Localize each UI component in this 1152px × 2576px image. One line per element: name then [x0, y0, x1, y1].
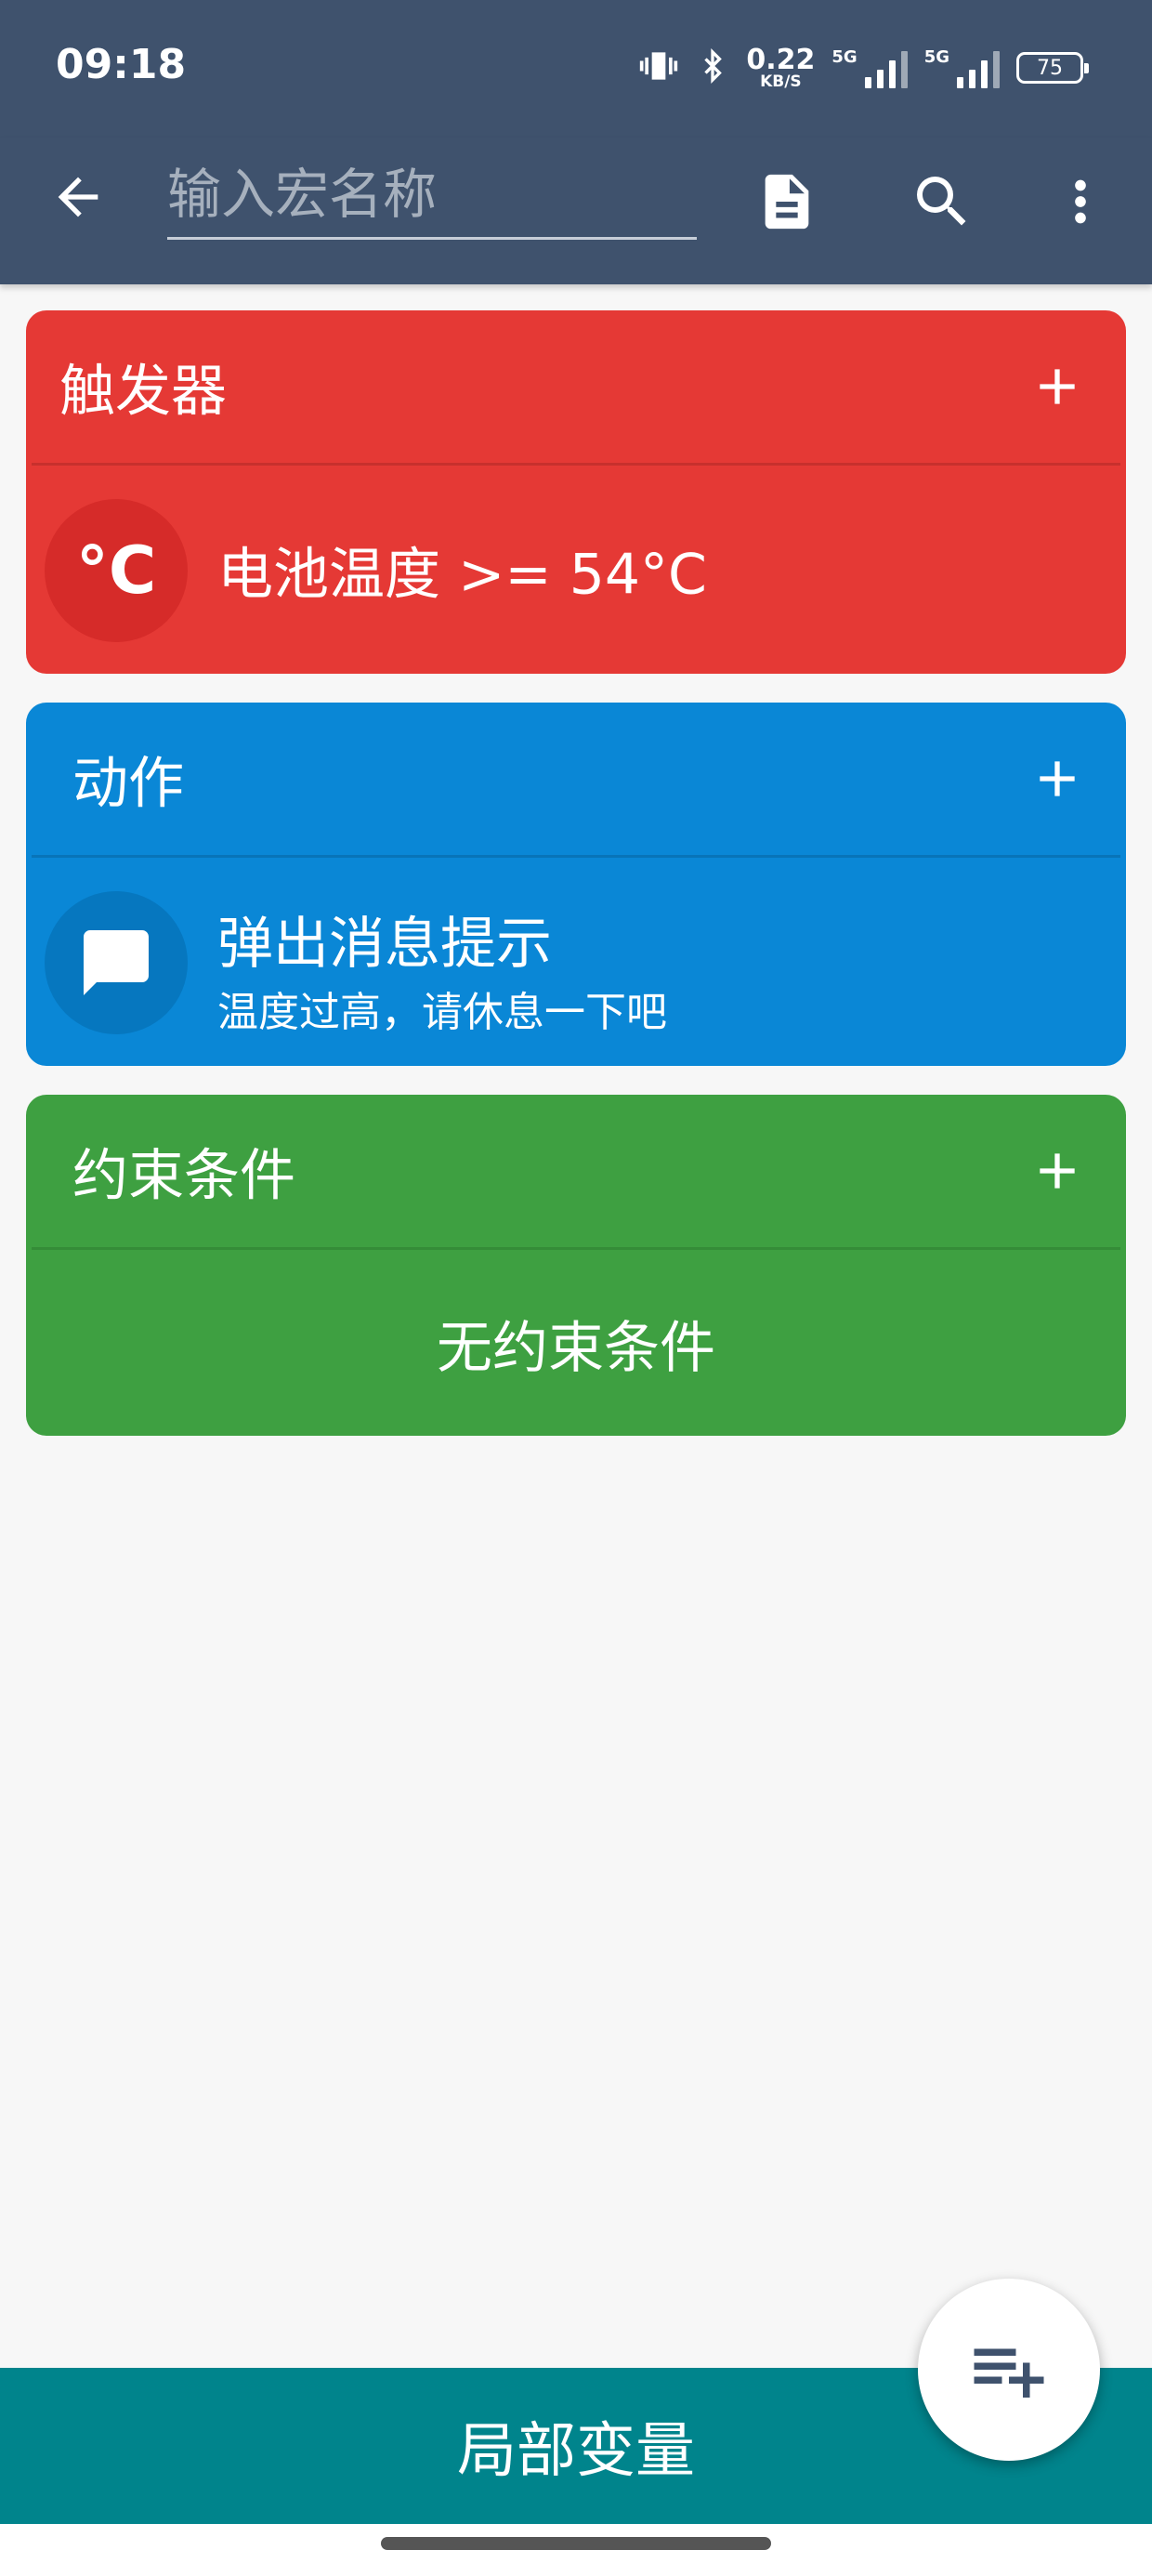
thermometer-celsius-icon: °C: [45, 499, 188, 642]
action-card: 动作 弹出消息提示 温度过高，请休息一下吧: [26, 703, 1126, 1066]
search-icon: [917, 177, 966, 226]
vibrate-icon: [638, 46, 679, 90]
add-action-button[interactable]: [1020, 742, 1094, 816]
plus-icon: [1040, 1153, 1075, 1189]
battery-level: 75: [1037, 56, 1063, 80]
status-bar: 09:18 0.22 KB/S 5G 5G 75: [0, 0, 1152, 138]
no-constraints-text: 无约束条件: [437, 1315, 715, 1381]
net-speed-unit: KB/S: [760, 72, 802, 91]
search-button[interactable]: [900, 160, 984, 243]
action-item-subtitle: 温度过高，请休息一下吧: [217, 989, 667, 1036]
back-button[interactable]: [41, 160, 115, 234]
net-speed-value: 0.22: [746, 43, 816, 76]
more-options-button[interactable]: [1039, 160, 1122, 243]
playlist-add-icon: [974, 2348, 1044, 2398]
trigger-title: 触发器: [59, 359, 227, 425]
add-constraint-button[interactable]: [1020, 1134, 1094, 1208]
constraint-header: 约束条件: [26, 1095, 1126, 1247]
app-bar: [0, 138, 1152, 284]
bluetooth-icon: [696, 46, 729, 90]
trigger-header: 触发器: [26, 310, 1126, 463]
action-title: 动作: [72, 751, 184, 817]
signal-sim1-icon: 5G: [831, 47, 908, 88]
action-item-title: 弹出消息提示: [217, 912, 552, 977]
add-to-list-fab[interactable]: [918, 2279, 1100, 2461]
arrow-left-icon: [58, 177, 98, 217]
trigger-item-battery-temperature[interactable]: °C 电池温度 >= 54°C: [26, 466, 1126, 674]
constraint-title: 约束条件: [72, 1143, 295, 1209]
action-header: 动作: [26, 703, 1126, 855]
plus-icon: [1040, 761, 1075, 796]
more-vert-icon: [1075, 179, 1086, 224]
sim1-label: 5G: [831, 47, 857, 67]
status-time: 09:18: [56, 41, 187, 88]
network-speed: 0.22 KB/S: [746, 46, 815, 90]
system-nav-area: [0, 2524, 1152, 2576]
home-indicator[interactable]: [381, 2537, 771, 2550]
constraint-card: 约束条件 无约束条件: [26, 1095, 1126, 1436]
document-button[interactable]: [745, 160, 829, 243]
local-variables-label: 局部变量: [457, 2417, 695, 2486]
macro-name-input[interactable]: [167, 151, 697, 240]
add-trigger-button[interactable]: [1020, 349, 1094, 424]
document-icon: [765, 174, 809, 230]
trigger-card: 触发器 °C 电池温度 >= 54°C: [26, 310, 1126, 674]
battery-icon: 75: [1016, 52, 1089, 84]
status-icons: 0.22 KB/S 5G 5G 75: [638, 35, 1089, 100]
trigger-item-text: 电池温度 >= 54°C: [217, 542, 707, 608]
signal-sim2-icon: 5G: [924, 47, 1000, 88]
plus-icon: [1040, 369, 1075, 404]
action-item-popup-message[interactable]: 弹出消息提示 温度过高，请休息一下吧: [26, 858, 1126, 1066]
sim2-label: 5G: [923, 47, 949, 67]
message-bubble-icon: [45, 891, 188, 1034]
